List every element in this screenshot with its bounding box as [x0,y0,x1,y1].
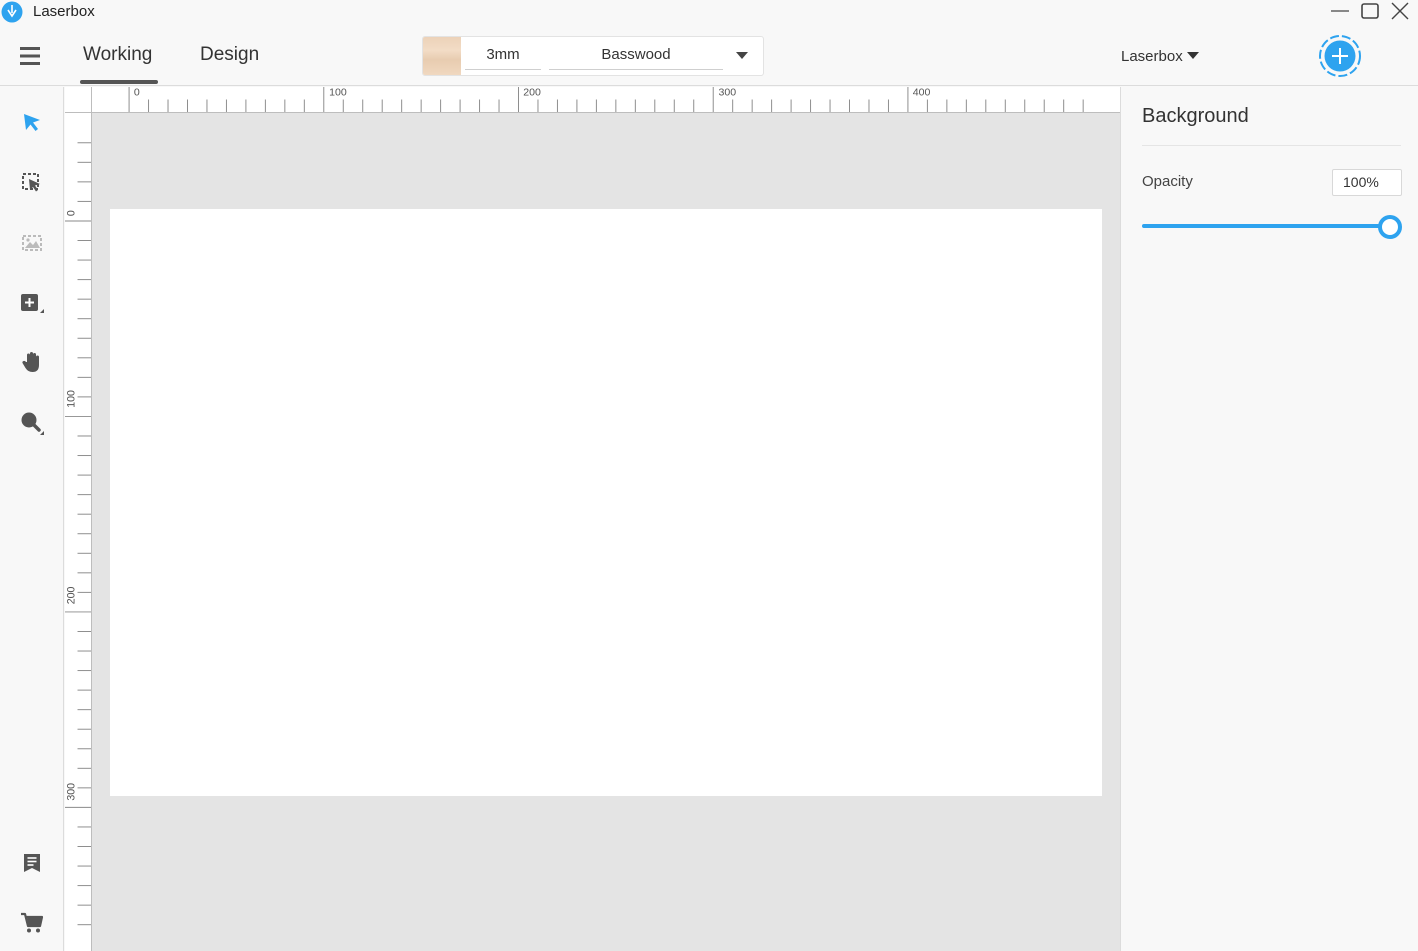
material-selector[interactable]: 3mm Basswood [422,36,764,76]
select-arrow-icon [24,114,40,131]
add-shape-button[interactable] [16,287,48,319]
canvas-workspace[interactable] [92,113,1120,951]
maximize-icon[interactable] [1358,1,1382,21]
marquee-select-icon [22,173,40,192]
horizontal-ruler[interactable]: 0 100 200 300 400 [92,87,1120,113]
zoom-tool-button[interactable] [16,407,48,439]
image-icon [22,235,42,251]
material-name-field[interactable]: Basswood [549,46,723,70]
cart-icon [21,912,44,933]
device-label: Laserbox [1121,48,1183,65]
ruler-h-label: 400 [913,87,931,99]
app-title: Laserbox [33,3,95,20]
document-icon [24,854,40,872]
vertical-ruler[interactable]: 0 100 200 300 [65,113,92,951]
zoom-icon [21,412,44,435]
hand-pan-icon [22,352,39,372]
tab-working[interactable]: Working [83,44,152,66]
opacity-label: Opacity [1142,173,1193,190]
opacity-input[interactable]: 100% [1332,169,1402,196]
ruler-h-label: 0 [134,87,140,99]
opacity-slider-thumb[interactable] [1378,215,1402,239]
ruler-h-label: 100 [329,87,347,99]
add-shape-icon [21,294,44,313]
close-icon[interactable] [1388,1,1412,21]
title-bar: Laserbox [0,0,1418,24]
left-toolbar [0,87,64,951]
ruler-corner [65,87,92,113]
properties-panel: Background Opacity 100% [1120,87,1418,951]
ruler-h-label: 200 [523,87,541,99]
ruler-v-label: 0 [66,210,78,216]
laserbox-logo-icon [1,1,23,23]
connect-device-button[interactable] [1318,34,1362,78]
tab-design[interactable]: Design [200,44,259,66]
divider [1142,145,1401,146]
ruler-v-label: 300 [66,783,78,801]
image-tool-button[interactable] [16,227,48,259]
caret-down-icon [1186,52,1199,59]
shop-button[interactable] [16,907,48,939]
documents-button[interactable] [16,847,48,879]
hamburger-menu-icon[interactable] [18,46,42,66]
material-swatch [423,37,461,75]
pan-tool-button[interactable] [16,347,48,379]
ruler-v-label: 200 [66,586,78,604]
ruler-v-label: 100 [66,390,78,408]
opacity-slider-track[interactable] [1142,224,1392,228]
artboard[interactable] [110,209,1102,796]
active-tab-indicator [80,80,158,84]
select-tool-button[interactable] [16,107,48,139]
thickness-field[interactable]: 3mm [465,46,541,70]
device-dropdown[interactable]: Laserbox [1121,48,1199,65]
ruler-h-label: 300 [719,87,737,99]
header-bar: Working Design 3mm Basswood Laserbox [0,24,1418,86]
minimize-icon[interactable] [1328,1,1352,21]
chevron-down-icon[interactable] [735,50,749,60]
marquee-select-button[interactable] [16,167,48,199]
panel-title: Background [1142,105,1249,127]
